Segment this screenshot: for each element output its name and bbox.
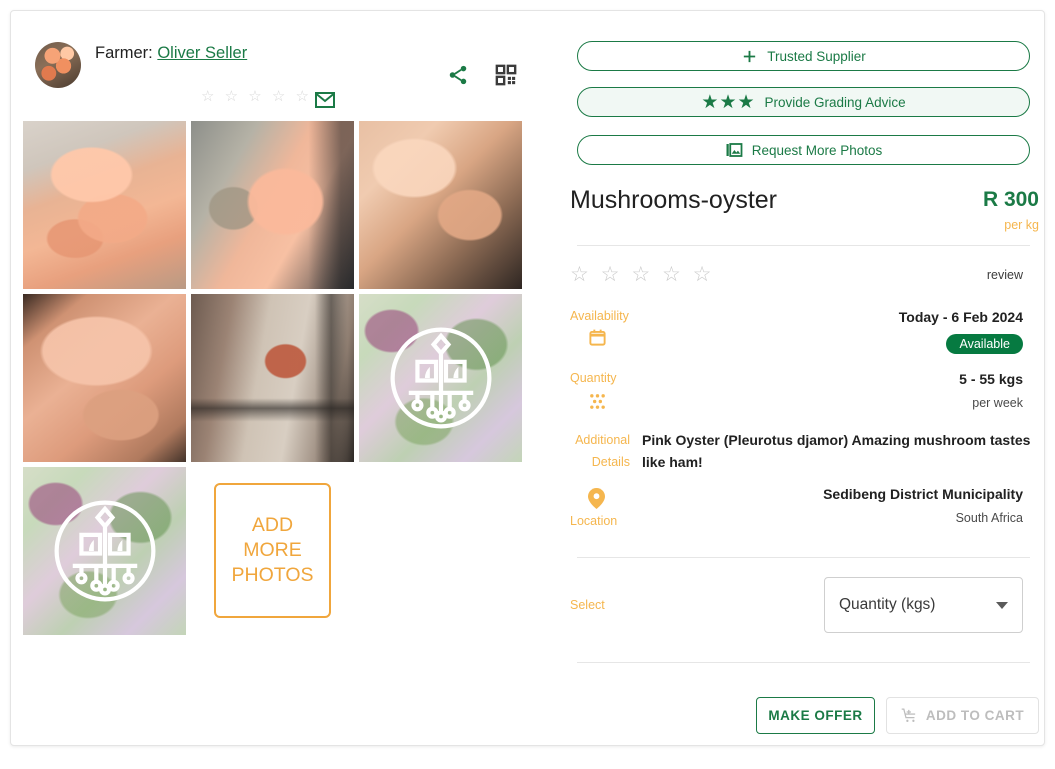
- add-shopping-cart-icon: [901, 708, 916, 722]
- select-label: Select: [570, 598, 605, 612]
- quantity-period: per week: [972, 396, 1023, 410]
- product-rating-stars[interactable]: ☆ ☆ ☆ ☆ ☆: [570, 263, 714, 286]
- availability-value: Today - 6 Feb 2024: [898, 309, 1023, 325]
- grading-advice-label: Provide Grading Advice: [764, 94, 906, 110]
- product-price-unit: per kg: [1004, 218, 1039, 232]
- location-pin-icon: [588, 488, 605, 509]
- gallery-panel: Farmer: Oliver Seller ☆ ☆ ☆ ☆ ☆ ADD MORE…: [11, 11, 557, 745]
- add-to-cart-label: ADD TO CART: [925, 708, 1025, 723]
- trusted-supplier-label: Trusted Supplier: [767, 48, 866, 64]
- divider: [577, 245, 1030, 246]
- qr-code-icon[interactable]: [495, 64, 517, 86]
- gallery-photo[interactable]: [191, 121, 354, 289]
- product-title: Mushrooms-oyster: [570, 186, 777, 214]
- mail-icon[interactable]: [315, 92, 335, 108]
- product-info-panel: Trusted Supplier ★★★ Provide Grading Adv…: [557, 11, 1046, 745]
- request-photos-label: Request More Photos: [751, 142, 883, 158]
- quantity-select-value: Quantity (kgs): [839, 596, 936, 613]
- footer-actions: MAKE OFFER ADD TO CART: [756, 697, 1039, 734]
- gallery-photo[interactable]: [359, 121, 522, 289]
- location-row: Location Sedibeng District Municipality …: [570, 484, 1030, 534]
- trusted-supplier-button[interactable]: Trusted Supplier: [577, 41, 1030, 71]
- location-value: Sedibeng District Municipality: [823, 486, 1023, 502]
- request-more-photos-button[interactable]: Request More Photos: [577, 135, 1030, 165]
- divider: [577, 557, 1030, 558]
- gallery-photo[interactable]: [191, 294, 354, 462]
- product-rating-row: ☆ ☆ ☆ ☆ ☆ review: [570, 264, 1030, 290]
- grain-dots-icon: [590, 394, 605, 409]
- divider: [577, 662, 1030, 663]
- brand-logo-icon: [390, 327, 491, 429]
- location-country: South Africa: [955, 511, 1023, 525]
- brand-logo-icon: [54, 500, 155, 602]
- gallery-photo-placeholder[interactable]: [23, 467, 186, 635]
- availability-row: Availability Today - 6 Feb 2024 Availabl…: [570, 309, 1030, 355]
- product-detail-card: Farmer: Oliver Seller ☆ ☆ ☆ ☆ ☆ ADD MORE…: [10, 10, 1045, 746]
- product-price: R 300: [982, 188, 1039, 211]
- plus-icon: [744, 50, 756, 62]
- availability-status-badge: Available: [946, 334, 1023, 354]
- photo-grid: ADD MORE PHOTOS: [23, 121, 531, 635]
- location-label: Location: [570, 514, 618, 528]
- farmer-name-link[interactable]: Oliver Seller: [157, 44, 247, 62]
- photo-library-icon: [726, 143, 743, 157]
- chevron-down-icon: [996, 601, 1008, 609]
- farmer-header: Farmer: Oliver Seller ☆ ☆ ☆ ☆ ☆: [23, 29, 543, 108]
- add-to-cart-button[interactable]: ADD TO CART: [886, 697, 1039, 734]
- farmer-avatar[interactable]: [35, 42, 81, 88]
- quantity-label: Quantity: [570, 371, 617, 385]
- additional-details-label: Additional Details: [575, 433, 630, 469]
- review-label: review: [986, 268, 1023, 282]
- grading-stars-icon: ★★★: [701, 91, 756, 113]
- quantity-value: 5 - 55 kgs: [959, 371, 1023, 387]
- make-offer-button[interactable]: MAKE OFFER: [756, 697, 875, 734]
- select-row: Select Quantity (kgs): [570, 577, 1030, 647]
- share-icon[interactable]: [447, 64, 469, 86]
- farmer-label: Farmer: Oliver Seller: [95, 44, 247, 63]
- quantity-row: Quantity 5 - 55 kgs per week: [570, 371, 1030, 417]
- additional-details-text: Pink Oyster (Pleurotus djamor) Amazing m…: [642, 432, 1031, 470]
- quantity-select[interactable]: Quantity (kgs): [824, 577, 1023, 633]
- gallery-photo-placeholder[interactable]: [359, 294, 522, 462]
- availability-label: Availability: [570, 309, 629, 323]
- gallery-photo[interactable]: [23, 121, 186, 289]
- farmer-prefix: Farmer:: [95, 44, 153, 62]
- gallery-photo[interactable]: [23, 294, 186, 462]
- calendar-icon: [589, 329, 606, 346]
- add-more-photos-button[interactable]: ADD MORE PHOTOS: [214, 483, 331, 618]
- farmer-rating-stars[interactable]: ☆ ☆ ☆ ☆ ☆: [201, 89, 312, 104]
- provide-grading-advice-button[interactable]: ★★★ Provide Grading Advice: [577, 87, 1030, 117]
